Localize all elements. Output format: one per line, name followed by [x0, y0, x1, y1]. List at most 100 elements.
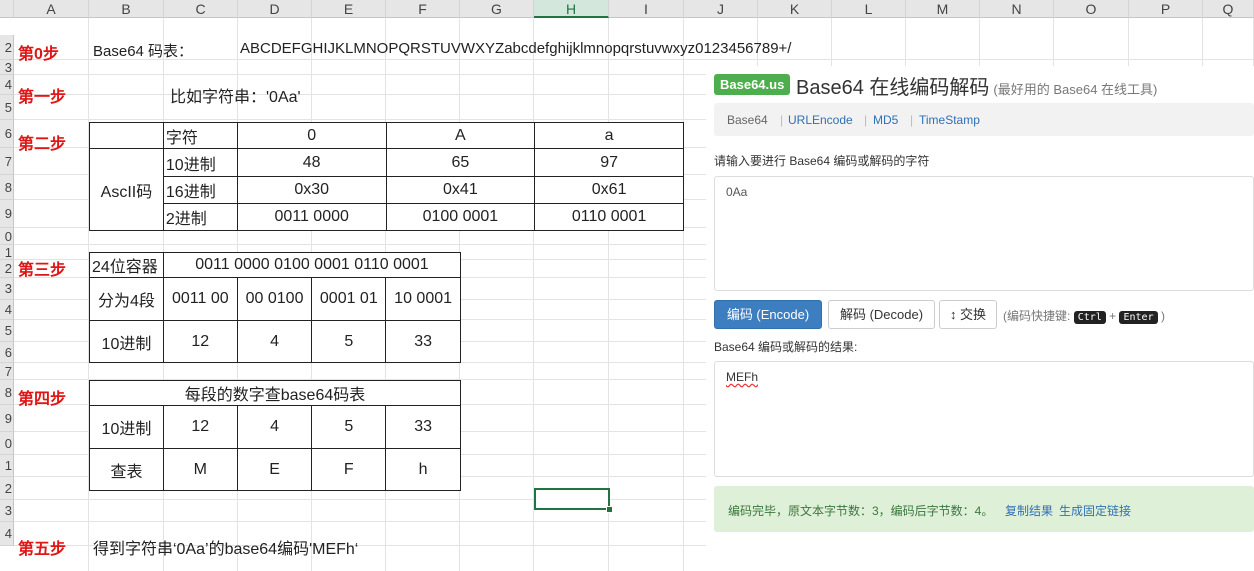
column-header-E[interactable]: E	[312, 0, 386, 18]
row-header[interactable]: 1	[0, 455, 14, 477]
bits-decimal: 4	[236, 320, 313, 363]
column-header-P[interactable]: P	[1129, 0, 1203, 18]
column-header-D[interactable]: D	[238, 0, 312, 18]
result-label: Base64 编码或解码的结果:	[714, 340, 858, 354]
nav-timestamp[interactable]: TimeStamp	[919, 113, 980, 127]
lookup-char-label: 查表	[89, 448, 164, 491]
lookup-decimal: 33	[385, 405, 461, 449]
title-subtitle: (最好用的 Base64 在线工具)	[993, 82, 1158, 97]
input-textarea[interactable]: 0Aa	[714, 176, 1254, 291]
column-header-F[interactable]: F	[386, 0, 460, 18]
row-header[interactable]: 2	[0, 477, 14, 500]
row-gridline	[14, 59, 1254, 60]
row-header[interactable]: 9	[0, 405, 14, 432]
bits-table: 24位容器 0011 0000 0100 0001 0110 0001 分为4段…	[89, 252, 462, 363]
nav-urlencode[interactable]: URLEncode	[788, 113, 853, 127]
step-2-label: 第二步	[18, 136, 67, 153]
row-header[interactable]: 3	[0, 60, 14, 75]
bits-decimal: 33	[385, 320, 461, 363]
lookup-title: 每段的数字查base64码表	[89, 380, 461, 406]
row-header[interactable]: 4	[0, 75, 14, 95]
bits-decimal-label: 10进制	[89, 320, 164, 363]
step-0-label: 第0步	[18, 46, 59, 63]
decode-button[interactable]: 解码 (Decode)	[828, 300, 935, 329]
result-textarea[interactable]: MEFh	[714, 361, 1254, 477]
row-header[interactable]: 7	[0, 363, 14, 380]
shortcut-hint: (编码快捷键: Ctrl + Enter )	[1003, 307, 1165, 324]
row-header[interactable]: 3	[0, 278, 14, 300]
selected-cell[interactable]	[534, 488, 610, 510]
bits-segment: 0011 00	[162, 277, 238, 321]
column-header-G[interactable]: G	[460, 0, 534, 18]
row-header[interactable]: 1	[0, 245, 14, 260]
ascii-group-label: AscII码	[89, 148, 164, 231]
column-header-J[interactable]: J	[684, 0, 758, 18]
row-header[interactable]: 0	[0, 432, 14, 455]
status-text: 编码完毕，原文本字节数：3，编码后字节数：4。	[728, 504, 994, 518]
result-value: MEFh	[726, 370, 759, 384]
column-header-Q[interactable]: Q	[1203, 0, 1254, 18]
row-header[interactable]: 8	[0, 175, 14, 200]
bits-container-value: 0011 0000 0100 0001 0110 0001	[162, 252, 462, 278]
select-all-corner[interactable]	[0, 0, 14, 18]
swap-button[interactable]: ↕ 交换	[939, 300, 997, 329]
column-header-A[interactable]: A	[14, 0, 89, 18]
column-header-O[interactable]: O	[1054, 0, 1129, 18]
step-1-label: 第一步	[18, 89, 67, 106]
row-header[interactable]: 9	[0, 200, 14, 228]
ascii-cell: 0x61	[534, 176, 684, 204]
column-header-N[interactable]: N	[980, 0, 1054, 18]
title-text: Base64 在线编码解码	[796, 77, 990, 99]
row-header[interactable]: 3	[0, 500, 14, 522]
nav-bar: Base64 | URLEncode | MD5 | TimeStamp	[714, 103, 1254, 136]
row-header[interactable]: 8	[0, 380, 14, 405]
row-header[interactable]: 5	[0, 95, 14, 120]
column-header-M[interactable]: M	[906, 0, 980, 18]
row-header[interactable]: 7	[0, 148, 14, 175]
nav-separator: |	[864, 113, 868, 127]
nav-md5[interactable]: MD5	[873, 113, 898, 127]
nav-separator: |	[910, 113, 914, 127]
column-header-I[interactable]: I	[609, 0, 684, 18]
ascii-header-A: A	[385, 122, 536, 149]
bits-segment: 00 0100	[236, 277, 313, 321]
row-header[interactable]: 6	[0, 120, 14, 148]
column-header-H[interactable]: H	[534, 0, 609, 18]
plus-sign: +	[1109, 309, 1117, 323]
brand-logo[interactable]: Base64.us	[714, 74, 791, 95]
lookup-decimal-label: 10进制	[89, 405, 164, 449]
row-header[interactable]: 5	[0, 320, 14, 342]
ascii-header-a: a	[534, 122, 684, 149]
lookup-decimal: 12	[162, 405, 238, 449]
base64-table-label: Base64 码表：	[93, 43, 194, 60]
step-5-label: 第五步	[18, 541, 67, 558]
ascii-cell: 65	[385, 148, 536, 177]
row-header[interactable]: 2	[0, 35, 14, 60]
column-header-C[interactable]: C	[164, 0, 238, 18]
base64-alphabet: ABCDEFGHIJKLMNOPQRSTUVWXYZabcdefghijklmn…	[240, 40, 792, 57]
result-string-text: 得到字符串‘0Aa’的base64编码'MEFh‘	[93, 541, 359, 558]
row-header[interactable]: 4	[0, 300, 14, 320]
encode-button[interactable]: 编码 (Encode)	[714, 300, 822, 329]
lookup-char: F	[311, 448, 387, 491]
lookup-decimal: 4	[236, 405, 313, 449]
row-header[interactable]: 0	[0, 228, 14, 245]
ascii-cell: 0011 0000	[236, 203, 387, 231]
row-header[interactable]: 6	[0, 342, 14, 363]
status-alert: 编码完毕，原文本字节数：3，编码后字节数：4。 复制结果 生成固定链接	[714, 486, 1254, 532]
ascii-row-label: 10进制	[162, 148, 238, 177]
ascii-cell: 48	[236, 148, 387, 177]
lookup-char: h	[385, 448, 461, 491]
row-header[interactable]: 4	[0, 522, 14, 546]
ascii-header-0: 0	[236, 122, 387, 149]
column-header-B[interactable]: B	[89, 0, 164, 18]
step-4-label: 第四步	[18, 391, 67, 408]
copy-result-link[interactable]: 复制结果	[1005, 502, 1053, 519]
column-header-K[interactable]: K	[758, 0, 832, 18]
fixed-link[interactable]: 生成固定链接	[1059, 502, 1131, 519]
fill-handle[interactable]	[606, 506, 613, 513]
nav-base64[interactable]: Base64	[727, 113, 768, 127]
column-header-L[interactable]: L	[832, 0, 906, 18]
row-header[interactable]: 2	[0, 260, 14, 278]
ascii-row-label: 2进制	[162, 203, 238, 231]
